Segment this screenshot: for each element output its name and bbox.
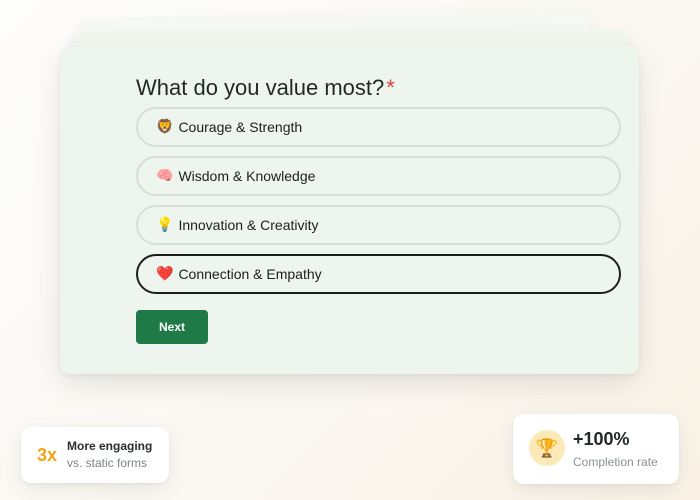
question-text: What do you value most?: [136, 75, 385, 100]
engaging-multiplier: 3x: [37, 445, 58, 465]
engaging-subtitle: vs. static forms: [67, 456, 148, 470]
next-button[interactable]: Next: [136, 310, 208, 344]
trophy-icon: 🏆: [529, 430, 565, 466]
required-marker: *: [386, 75, 395, 100]
option-wisdom-knowledge[interactable]: 🧠 Wisdom & Knowledge: [136, 156, 621, 196]
engaging-stat-card: 3x More engaging vs. static forms: [21, 427, 169, 483]
option-courage-strength[interactable]: 🦁 Courage & Strength: [136, 107, 621, 147]
engaging-title: More engaging: [67, 439, 153, 453]
completion-stat-card: 🏆 +100% Completion rate: [513, 414, 679, 484]
completion-subtitle: Completion rate: [573, 455, 658, 469]
option-innovation-creativity[interactable]: 💡 Innovation & Creativity: [136, 205, 621, 245]
option-label: Courage & Strength: [178, 119, 303, 135]
lightbulb-icon: 💡: [156, 217, 174, 233]
question-title: What do you value most?*: [136, 75, 395, 101]
heart-icon: ❤️: [156, 266, 174, 282]
option-connection-empathy[interactable]: ❤️ Connection & Empathy: [136, 254, 621, 294]
option-label: Connection & Empathy: [178, 266, 322, 282]
lion-icon: 🦁: [156, 119, 174, 135]
completion-value: +100%: [573, 429, 630, 449]
brain-icon: 🧠: [156, 168, 174, 184]
option-label: Innovation & Creativity: [178, 217, 319, 233]
question-card: What do you value most?* 🦁 Courage & Str…: [60, 47, 639, 374]
option-label: Wisdom & Knowledge: [178, 168, 316, 184]
